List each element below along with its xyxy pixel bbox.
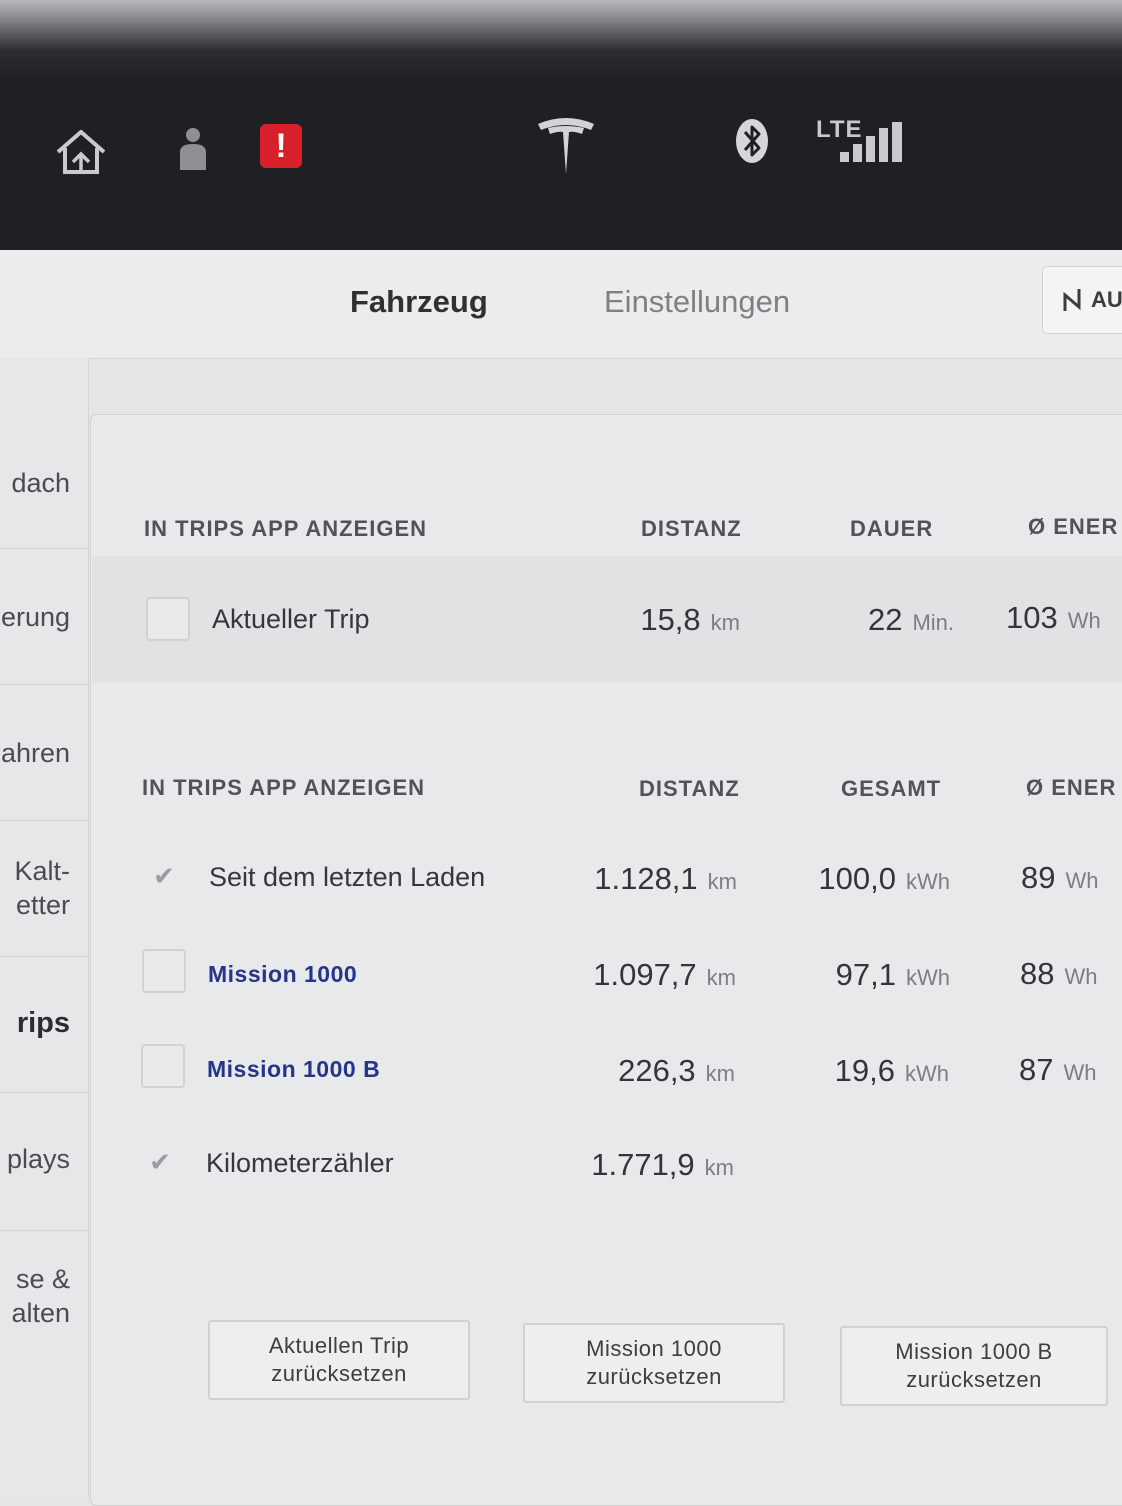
sidebar-item-kaltwetter[interactable]: Kalt- etter: [0, 820, 88, 957]
trip-row-energy: 89 Wh: [1021, 860, 1098, 896]
sidebar-item-label: ahren: [0, 738, 70, 768]
sidebar-item-label: Kalt- etter: [14, 856, 70, 920]
energy-value: 89: [1021, 860, 1056, 895]
reset-current-trip-button[interactable]: Aktuellen Trip zurücksetzen: [208, 1320, 470, 1400]
total-value: 100,0: [818, 861, 896, 896]
column-header-duration: DAUER: [850, 516, 934, 541]
sidebar-item-label: erung: [0, 602, 70, 632]
bolt-icon: [1063, 289, 1081, 311]
distance-unit: km: [705, 1061, 735, 1086]
distance-value: 1.771,9: [591, 1147, 695, 1182]
column-header-total: GESAMT: [841, 776, 942, 801]
sidebar-item-label: dach: [11, 468, 70, 498]
tab-vehicle[interactable]: Fahrzeug: [350, 284, 488, 320]
distance-value: 15,8: [640, 602, 701, 637]
button-label-line2: zurücksetzen: [906, 1367, 1042, 1392]
sidebar-item-erung[interactable]: erung: [0, 548, 88, 685]
sidebar-item-label: plays: [6, 1144, 70, 1174]
column-header-distance: DISTANZ: [641, 516, 742, 541]
trip-row-name: Kilometerzähler: [206, 1148, 394, 1178]
distance-unit: km: [704, 1155, 734, 1180]
trip-row-name: Mission 1000 B: [207, 1056, 381, 1082]
show-current-trip-checkbox[interactable]: [146, 597, 190, 641]
screen-bezel: [0, 0, 1122, 84]
current-trip-distance: 15,8 km: [640, 602, 740, 638]
trip-row-energy: 87 Wh: [1019, 1052, 1096, 1088]
distance-unit: km: [710, 610, 740, 635]
trip-row-total: 97,1 kWh: [836, 957, 950, 993]
bluetooth-icon[interactable]: [735, 118, 769, 164]
trip-row-total: 100,0 kWh: [818, 861, 950, 897]
total-unit: kWh: [906, 869, 950, 894]
distance-value: 226,3: [618, 1053, 696, 1088]
show-since-last-charge-check[interactable]: ✔: [144, 856, 184, 896]
sidebar-item-displays[interactable]: plays: [0, 1092, 88, 1231]
driver-profile-icon[interactable]: [178, 126, 208, 172]
energy-unit: Wh: [1063, 1060, 1097, 1085]
trip-row-distance: 1.771,9 km: [591, 1147, 734, 1183]
energy-value: 88: [1020, 956, 1055, 991]
column-header-show: IN TRIPS APP ANZEIGEN: [144, 516, 428, 541]
signal-strength-icon: [840, 122, 902, 162]
sidebar-item-trips[interactable]: rips: [0, 956, 88, 1093]
energy-unit: Wh: [1064, 964, 1098, 989]
show-mission-1000b-checkbox[interactable]: [141, 1044, 185, 1088]
energy-unit: Wh: [1067, 608, 1101, 633]
show-odometer-check[interactable]: ✔: [140, 1142, 180, 1182]
tab-settings[interactable]: Einstellungen: [604, 284, 790, 320]
column-header-energy: Ø ENER: [1026, 775, 1117, 800]
total-unit: kWh: [905, 1061, 949, 1086]
sidebar-item-release-notes[interactable]: se & alten: [0, 1230, 88, 1430]
sidebar-item-dach[interactable]: dach: [0, 358, 88, 549]
trip-row-total: 19,6 kWh: [835, 1053, 949, 1089]
alert-icon[interactable]: !: [260, 124, 302, 168]
distance-unit: km: [706, 965, 736, 990]
energy-value: 87: [1019, 1052, 1054, 1087]
current-trip-energy: 103 Wh: [1006, 600, 1101, 636]
button-label-line1: Aktuellen Trip: [268, 1333, 410, 1358]
distance-value: 1.128,1: [594, 861, 698, 896]
sidebar-item-label: rips: [16, 1007, 70, 1039]
total-value: 97,1: [835, 957, 896, 992]
auto-button[interactable]: AU: [1042, 266, 1122, 334]
home-icon[interactable]: [54, 128, 108, 176]
sidebar-item-label: se & alten: [11, 1264, 70, 1328]
auto-button-label: AU: [1091, 287, 1122, 312]
reset-mission-1000b-button[interactable]: Mission 1000 B zurücksetzen: [840, 1326, 1108, 1406]
settings-sidebar: dach erung ahren Kalt- etter rips plays …: [0, 358, 89, 1496]
sidebar-item-ahren[interactable]: ahren: [0, 684, 88, 821]
current-trip-duration: 22 Min.: [868, 602, 954, 638]
duration-unit: Min.: [912, 610, 954, 635]
trip-row-distance: 1.097,7 km: [593, 957, 736, 993]
current-trip-name: Aktueller Trip: [212, 604, 370, 634]
distance-unit: km: [707, 869, 737, 894]
button-label-line2: zurücksetzen: [586, 1364, 722, 1389]
reset-mission-1000-button[interactable]: Mission 1000 zurücksetzen: [523, 1323, 785, 1403]
tab-bar: [0, 250, 1122, 359]
duration-value: 22: [867, 602, 903, 637]
button-label-line2: zurücksetzen: [271, 1361, 407, 1386]
energy-unit: Wh: [1065, 868, 1099, 893]
trip-row-distance: 226,3 km: [618, 1053, 735, 1089]
button-label-line1: Mission 1000: [586, 1336, 722, 1361]
total-unit: kWh: [906, 965, 950, 990]
show-mission-1000-checkbox[interactable]: [142, 949, 186, 993]
tesla-logo[interactable]: [536, 114, 596, 178]
energy-value: 103: [1006, 600, 1058, 635]
distance-value: 1.097,7: [593, 957, 697, 992]
column-header-show: IN TRIPS APP ANZEIGEN: [142, 775, 426, 800]
column-header-energy: Ø ENER: [1028, 514, 1119, 539]
button-label-line1: Mission 1000 B: [895, 1339, 1053, 1364]
column-header-distance: DISTANZ: [639, 776, 740, 801]
trip-row-distance: 1.128,1 km: [594, 861, 737, 897]
trip-row-name: Seit dem letzten Laden: [209, 862, 486, 892]
trip-row-name: Mission 1000: [208, 961, 358, 987]
total-value: 19,6: [834, 1053, 895, 1088]
trip-row-energy: 88 Wh: [1020, 956, 1097, 992]
